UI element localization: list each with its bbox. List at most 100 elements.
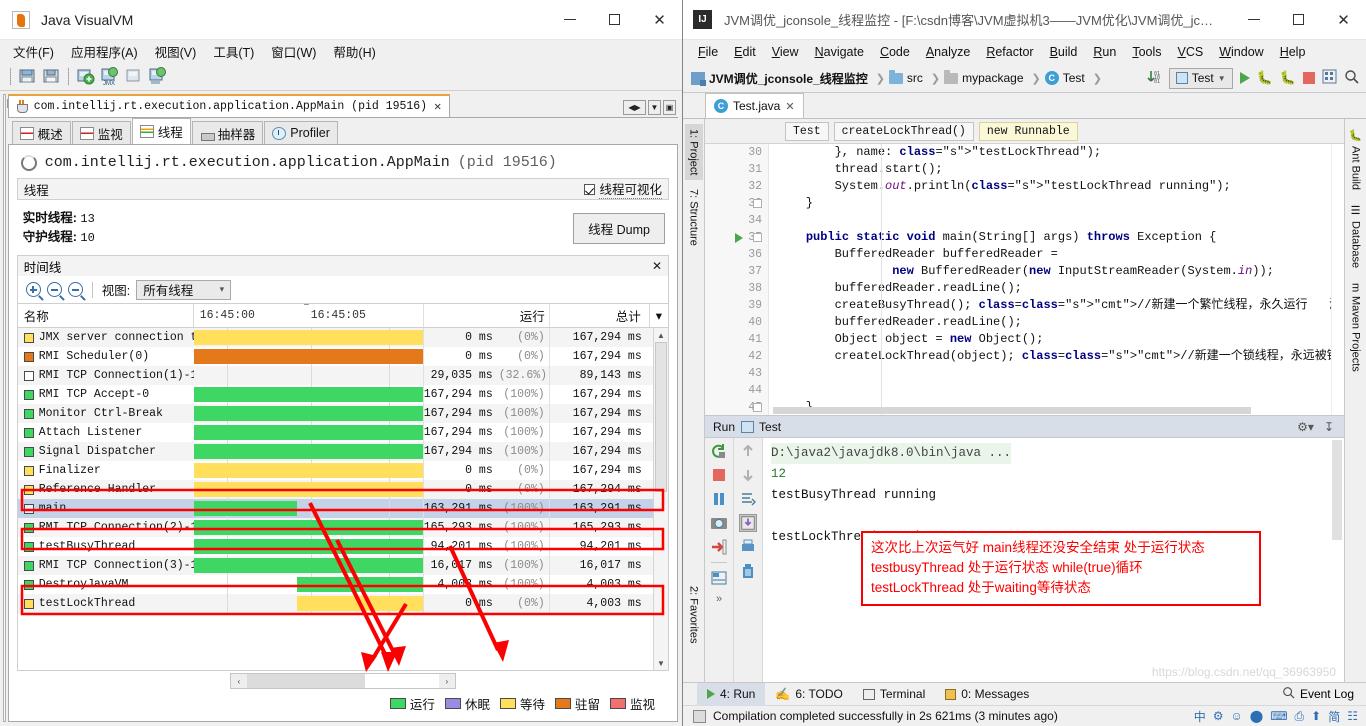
stop-icon[interactable]: [710, 466, 728, 484]
visualvm-applications-strip[interactable]: [3, 94, 15, 722]
menu-view[interactable]: View: [765, 43, 806, 61]
nav-crumb-project[interactable]: JVM调优_jconsole_线程监控: [691, 70, 872, 87]
app-tab-close-icon[interactable]: ✕: [434, 99, 441, 114]
gutter-line-number[interactable]: 44: [705, 382, 768, 399]
table-row[interactable]: DestroyJavaVM 4,003 ms (100%) 4,003 ms: [18, 575, 668, 594]
menu-navigate[interactable]: Navigate: [808, 43, 871, 61]
table-row[interactable]: JMX server connection time 0 ms (0%) 167,29…: [17, 328, 668, 347]
table-row[interactable]: Finalizer 0 ms (0%) 167,294 ms: [18, 461, 668, 480]
column-header-timeline[interactable]: 16:45:00 16:45:05 ▲: [194, 304, 424, 327]
gutter-line-number[interactable]: 42: [705, 348, 768, 365]
add-local-host-icon[interactable]: [75, 66, 96, 86]
tray-icon[interactable]: ⚙: [1213, 709, 1224, 723]
menu-view[interactable]: 视图(V): [148, 40, 204, 63]
table-row[interactable]: RMI Scheduler(0) 0 ms (0%) 167,294 ms: [18, 347, 668, 366]
search-icon[interactable]: [1344, 69, 1359, 87]
status-tab-terminal[interactable]: Terminal: [853, 683, 935, 706]
editor-error-stripe[interactable]: [1331, 144, 1344, 415]
visualvm-close-button[interactable]: ✕: [637, 0, 682, 40]
gutter-line-number[interactable]: 30: [705, 144, 768, 161]
menu-tools[interactable]: Tools: [1125, 43, 1168, 61]
tray-icon[interactable]: ⬤: [1250, 709, 1263, 723]
table-row[interactable]: testBusyThread 94,201 ms (100%) 94,201 ms: [18, 537, 668, 556]
rerun-icon[interactable]: [710, 442, 728, 460]
add-jmx-connection-icon[interactable]: JMX: [99, 66, 120, 87]
thread-visualization-checkbox[interactable]: [584, 183, 596, 195]
gutter-line-number[interactable]: 38: [705, 280, 768, 297]
stop-icon[interactable]: [1303, 72, 1315, 84]
tray-icon[interactable]: ⎙: [1295, 709, 1305, 724]
menu-applications[interactable]: 应用程序(A): [64, 40, 145, 63]
subtab-sampler[interactable]: 抽样器: [191, 121, 264, 144]
column-header-run[interactable]: 运行: [424, 304, 550, 327]
status-tab-todo[interactable]: ✍ 6: TODO: [765, 683, 853, 706]
menu-window[interactable]: Window: [1212, 43, 1270, 61]
camera-icon[interactable]: [710, 514, 728, 532]
pause-icon[interactable]: [710, 490, 728, 508]
tab-scroll-left-icon[interactable]: ◀▶: [623, 100, 646, 115]
toolwindow-tab-database[interactable]: ☰ Database: [1346, 199, 1365, 273]
subtab-monitor[interactable]: 监视: [71, 121, 131, 144]
menu-refactor[interactable]: Refactor: [979, 43, 1040, 61]
gutter-line-number[interactable]: 39: [705, 297, 768, 314]
table-row[interactable]: RMI TCP Connection(3)-169.2 16,017 ms (100…: [17, 556, 668, 575]
hscroll-track[interactable]: [246, 674, 439, 688]
timeline-close-icon[interactable]: ✕: [652, 259, 662, 273]
print-icon[interactable]: [739, 538, 757, 556]
zoom-out-icon[interactable]: [46, 282, 62, 297]
view-select[interactable]: 所有线程 ▾: [136, 279, 232, 300]
tray-icon[interactable]: ⬆: [1311, 709, 1321, 723]
menu-edit[interactable]: Edit: [727, 43, 763, 61]
nav-crumb-src[interactable]: src: [888, 69, 927, 85]
tray-icon[interactable]: 简: [1328, 708, 1340, 725]
table-row[interactable]: Monitor Ctrl-Break 167,294 ms (100%) 167,29…: [17, 404, 668, 423]
status-tab-run[interactable]: 4: Run: [697, 682, 766, 706]
code-fold-icon[interactable]: [753, 403, 762, 412]
app-tab-appmain[interactable]: com.intellij.rt.execution.application.Ap…: [7, 94, 451, 117]
gutter-line-number[interactable]: 37: [705, 263, 768, 280]
toolwindow-tab-favorites[interactable]: 2: Favorites: [685, 581, 703, 648]
toolwindow-tab-project[interactable]: 1: Project: [684, 124, 703, 181]
run-tab-test[interactable]: Test: [741, 420, 781, 434]
gear-icon[interactable]: ⚙▾: [1297, 420, 1314, 434]
tab-maximize-icon[interactable]: ▣: [663, 100, 676, 115]
run-console-output[interactable]: D:\java2\javajdk8.0\bin\java ... 12 testBu…: [763, 438, 1344, 682]
run-icon[interactable]: [1239, 72, 1250, 84]
table-row[interactable]: testLockThread 0 ms (0%) 4,003 ms: [17, 594, 668, 613]
tray-icon[interactable]: 中: [1194, 708, 1206, 725]
tray-icon[interactable]: ☺: [1231, 709, 1243, 723]
threads-horizontal-scrollbar[interactable]: ‹ ›: [229, 673, 456, 689]
editor-code-area[interactable]: }, name: class="s">"testLockThread"); th…: [769, 144, 1344, 415]
column-header-name[interactable]: 名称: [18, 304, 194, 327]
tray-icon[interactable]: ☷: [1347, 709, 1358, 723]
scroll-up-icon[interactable]: [739, 442, 757, 460]
gutter-run-marker-icon[interactable]: [735, 233, 743, 243]
hscroll-right-arrow-icon[interactable]: ›: [438, 674, 455, 688]
menu-code[interactable]: Code: [873, 43, 917, 61]
menu-run[interactable]: Run: [1086, 43, 1123, 61]
menu-tools[interactable]: 工具(T): [206, 40, 261, 63]
scroll-to-end-icon[interactable]: [739, 514, 757, 532]
table-row[interactable]: Reference Handler 0 ms (0%) 167,294 ms: [17, 480, 668, 499]
zoom-in-icon[interactable]: [25, 282, 41, 297]
breadcrumb-test[interactable]: Test: [785, 121, 829, 141]
gutter-line-number[interactable]: 32: [705, 178, 768, 195]
menu-analyze[interactable]: Analyze: [919, 43, 977, 61]
gutter-line-number[interactable]: 40: [705, 314, 768, 331]
toolwindow-tab-ant-build[interactable]: 🐛 Ant Build: [1346, 124, 1365, 195]
status-tab-messages[interactable]: 0: Messages: [935, 683, 1039, 706]
export-icon[interactable]: ↧: [1324, 420, 1334, 434]
editor-horizontal-scrollbar[interactable]: [769, 405, 1331, 415]
table-row[interactable]: main 163,291 ms (100%) 163,291 ms: [17, 499, 668, 518]
event-log-button[interactable]: Event Log: [1282, 686, 1366, 702]
idea-maximize-button[interactable]: [1276, 0, 1321, 40]
tray-icon[interactable]: ⌨: [1270, 709, 1287, 723]
idea-minimize-button[interactable]: [1231, 0, 1276, 40]
scroll-up-arrow-icon[interactable]: ▲: [654, 328, 668, 342]
gutter-line-number[interactable]: 34: [705, 212, 768, 229]
hscroll-left-arrow-icon[interactable]: ‹: [230, 674, 247, 688]
menu-help[interactable]: 帮助(H): [326, 40, 382, 63]
editor-tab-test-java[interactable]: C Test.java ✕: [705, 93, 804, 118]
hscroll-thumb[interactable]: [246, 674, 365, 688]
add-remote-host-icon[interactable]: [123, 66, 144, 86]
